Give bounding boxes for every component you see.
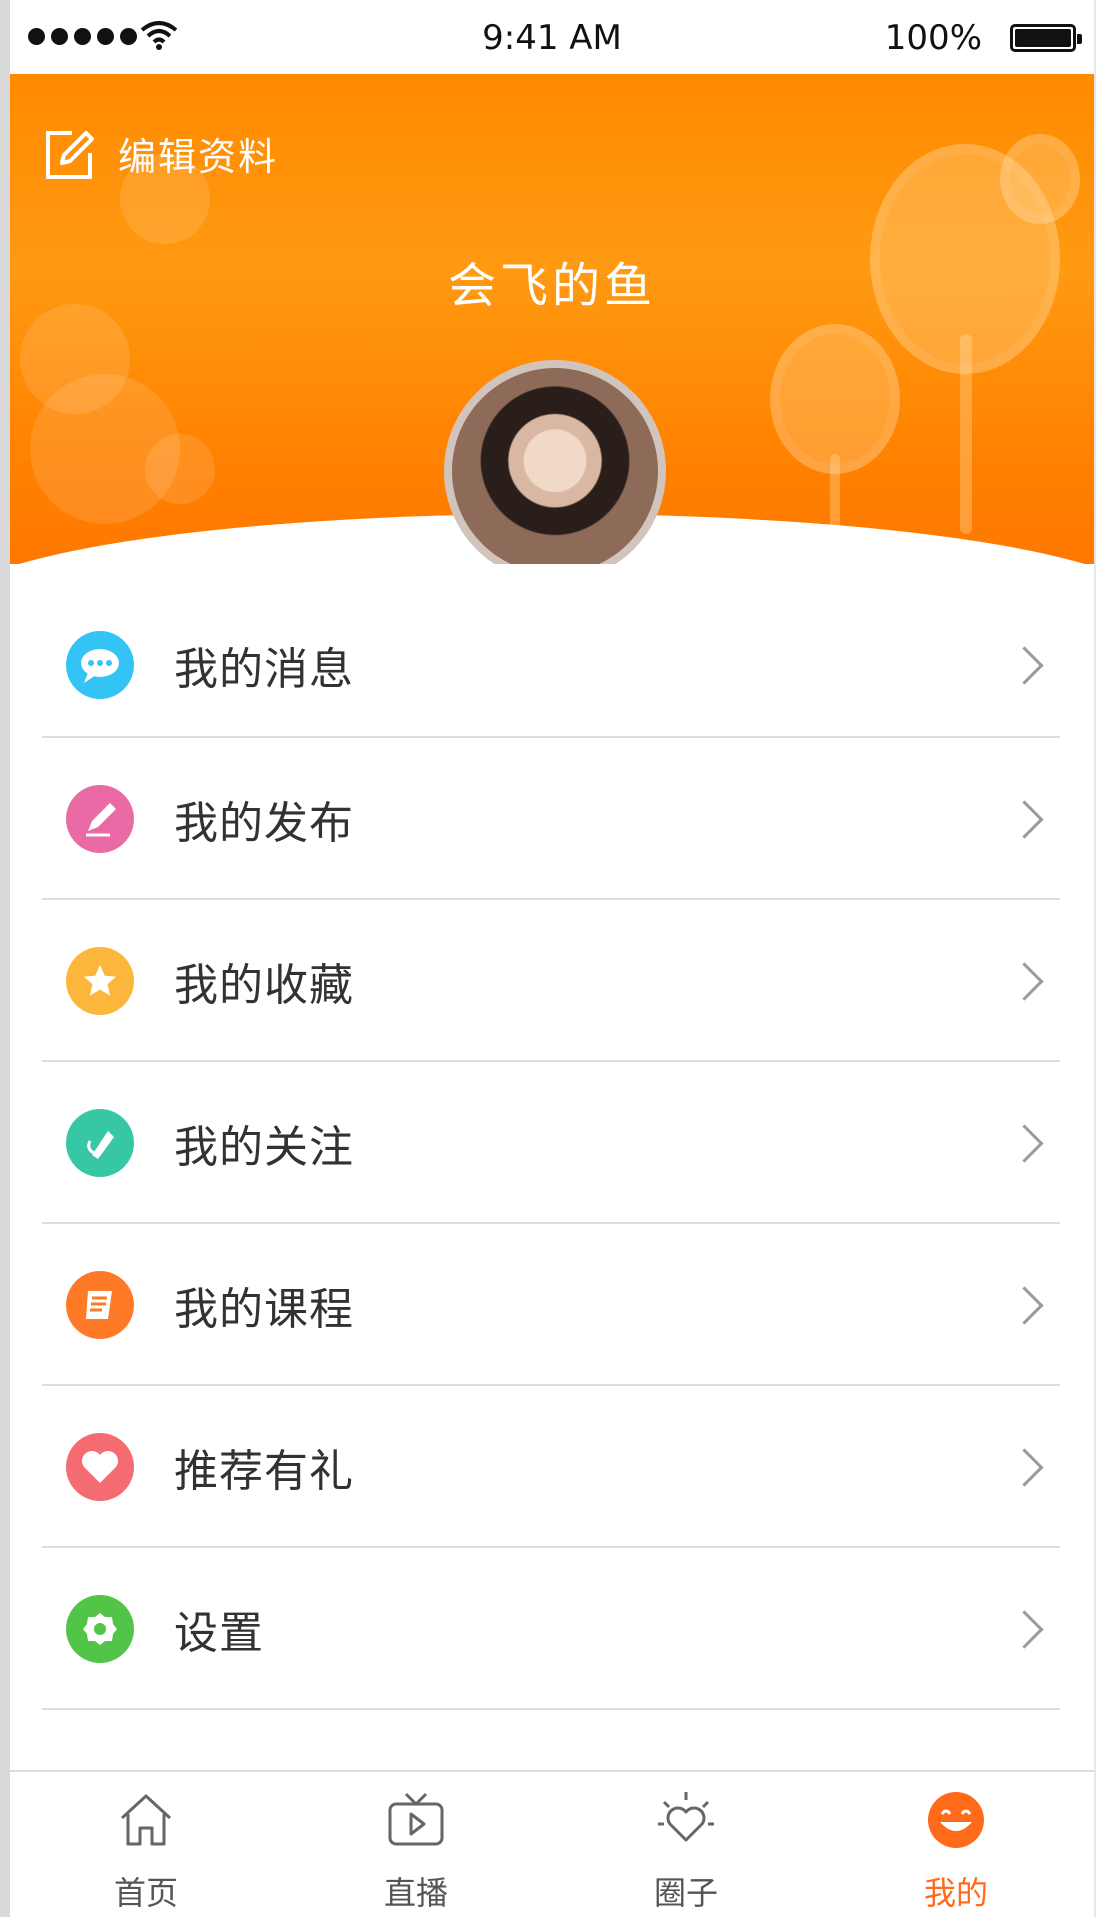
tab-mine[interactable]: 我的 <box>856 1772 1056 1919</box>
tab-live[interactable]: 直播 <box>316 1772 516 1919</box>
menu-item-label: 推荐有礼 <box>174 1446 354 1497</box>
chevron-right-icon <box>1005 961 1044 1001</box>
chevron-right-icon <box>1005 799 1044 839</box>
chevron-right-icon <box>1005 1447 1044 1487</box>
chevron-right-icon <box>1005 1285 1044 1325</box>
tab-label: 我的 <box>923 1874 988 1912</box>
tab-home[interactable]: 首页 <box>46 1772 246 1919</box>
settings-icon <box>66 1595 134 1663</box>
username: 会飞的鱼 <box>447 258 656 314</box>
avatar[interactable] <box>444 360 666 564</box>
follow-icon <box>66 1109 134 1177</box>
menu-item-following[interactable]: 我的关注 <box>10 1062 1094 1224</box>
menu-item-courses[interactable]: 我的课程 <box>10 1224 1094 1386</box>
tab-label: 直播 <box>383 1874 448 1912</box>
battery-icon <box>1010 24 1082 52</box>
tab-label: 圈子 <box>653 1874 718 1912</box>
profile-header: 编辑资料 会飞的鱼 <box>10 74 1094 564</box>
smile-icon <box>928 1792 984 1848</box>
decor-tree-trunk <box>960 334 972 534</box>
heart-icon <box>66 1433 134 1501</box>
menu-item-label: 我的关注 <box>174 1122 354 1173</box>
divider <box>42 1708 1060 1710</box>
menu-item-label: 我的收藏 <box>174 960 354 1011</box>
battery-percentage: 100% <box>884 18 982 58</box>
chevron-right-icon <box>1005 1609 1044 1649</box>
menu-item-label: 设置 <box>174 1608 264 1659</box>
menu-item-settings[interactable]: 设置 <box>10 1548 1094 1710</box>
menu-item-label: 我的课程 <box>174 1284 354 1335</box>
decor-tree <box>770 324 900 474</box>
menu-item-referral[interactable]: 推荐有礼 <box>10 1386 1094 1548</box>
edit-profile-label: 编辑资料 <box>118 135 279 179</box>
menu-list: 我的消息 我的发布 我的收藏 我的关注 我的课程 推荐有礼 设置 <box>10 592 1094 1710</box>
tab-circle[interactable]: 圈子 <box>586 1772 786 1919</box>
menu-item-publish[interactable]: 我的发布 <box>10 738 1094 900</box>
circle-heart-icon <box>658 1792 714 1842</box>
decor-swirl <box>145 434 215 504</box>
tab-label: 首页 <box>113 1874 178 1912</box>
menu-item-label: 我的发布 <box>174 798 354 849</box>
menu-item-favorites[interactable]: 我的收藏 <box>10 900 1094 1062</box>
tab-bar: 首页 直播 圈子 我的 <box>10 1770 1094 1919</box>
message-icon <box>66 631 134 699</box>
decor-tree-trunk <box>830 454 840 534</box>
tv-icon <box>388 1792 444 1846</box>
chevron-right-icon <box>1005 645 1044 685</box>
edit-profile-button[interactable]: 编辑资料 <box>42 126 278 181</box>
chevron-right-icon <box>1005 1123 1044 1163</box>
star-icon <box>66 947 134 1015</box>
edit-icon <box>46 130 94 179</box>
course-icon <box>66 1271 134 1339</box>
menu-item-label: 我的消息 <box>174 644 354 695</box>
home-icon <box>120 1794 172 1846</box>
left-edge <box>0 0 10 1917</box>
publish-icon <box>66 785 134 853</box>
decor-tree <box>1000 134 1080 224</box>
status-bar: 9:41 AM 100% <box>10 0 1094 74</box>
menu-item-messages[interactable]: 我的消息 <box>10 592 1094 738</box>
